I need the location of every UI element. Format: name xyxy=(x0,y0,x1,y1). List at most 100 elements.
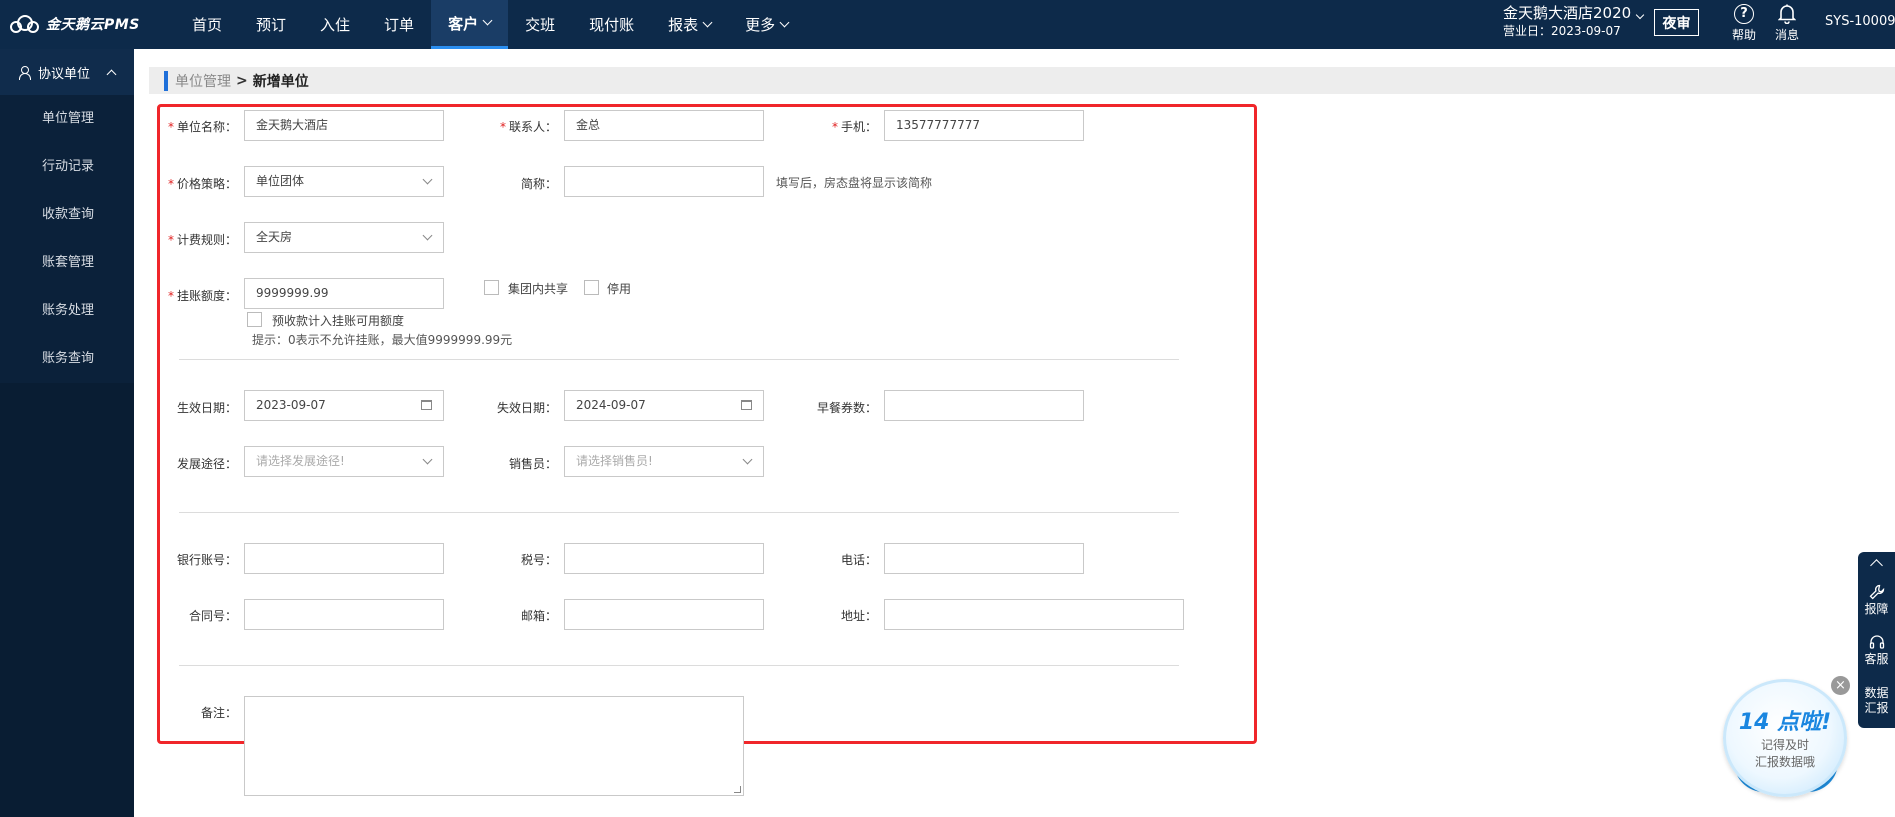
nav-customers[interactable]: 客户 xyxy=(431,0,509,49)
resize-handle-icon[interactable] xyxy=(734,786,741,793)
unit-name-label: * 单位名称： xyxy=(160,118,237,135)
close-icon[interactable]: × xyxy=(1831,676,1850,695)
billing-rule-select[interactable]: 全天房 xyxy=(244,222,444,253)
credit-limit-input[interactable]: 9999999.99 xyxy=(244,278,444,309)
top-navbar: 金天鹅云PMS 首页 预订 入住 订单 客户 交班 现付账 报表 更多 金天鹅大… xyxy=(0,0,1895,49)
chevron-down-icon xyxy=(422,174,433,185)
user-account[interactable]: SYS-10009 xyxy=(1825,14,1895,29)
effective-date-picker[interactable]: 2023-09-07 xyxy=(244,390,444,421)
unit-name-input[interactable]: 金天鹅大酒店 xyxy=(244,110,444,141)
bank-account-label: 银行账号： xyxy=(176,553,237,567)
nav-more[interactable]: 更多 xyxy=(728,0,805,49)
price-policy-select[interactable]: 单位团体 xyxy=(244,166,444,197)
sidebar-group-agreement-units[interactable]: 协议单位 xyxy=(0,49,134,95)
badge-title: 14 点啦! xyxy=(1738,710,1832,735)
section-divider xyxy=(179,665,1179,666)
breakfast-coupons-input[interactable] xyxy=(884,390,1084,421)
effective-date-value: 2023-09-07 xyxy=(256,398,326,412)
nav-shift[interactable]: 交班 xyxy=(508,0,572,49)
contact-input[interactable]: 金总 xyxy=(564,110,764,141)
night-audit-button[interactable]: 夜审 xyxy=(1654,9,1699,36)
remark-textarea[interactable] xyxy=(244,696,744,796)
short-name-hint: 填写后，房态盘将显示该简称 xyxy=(776,176,933,190)
prepay-in-limit-checkbox[interactable] xyxy=(247,312,262,327)
bank-account-input[interactable] xyxy=(244,543,444,574)
nav-shift-label: 交班 xyxy=(525,16,556,34)
contract-no-input[interactable] xyxy=(244,599,444,630)
headset-icon xyxy=(1869,635,1884,649)
required-mark: * xyxy=(499,120,506,134)
messages-button[interactable]: 消息 xyxy=(1769,2,1805,43)
expiry-date-label: 失效日期： xyxy=(496,401,557,415)
sidebar-item-action-records[interactable]: 行动记录 xyxy=(0,143,134,191)
section-divider xyxy=(179,512,1179,513)
email-input[interactable] xyxy=(564,599,764,630)
nav-orders[interactable]: 订单 xyxy=(367,0,431,49)
unit-name-label-text: 单位名称： xyxy=(176,120,237,134)
nav-checkin[interactable]: 入住 xyxy=(303,0,367,49)
cloud-logo-icon xyxy=(10,15,40,33)
required-mark: * xyxy=(167,177,174,191)
expiry-date-picker[interactable]: 2024-09-07 xyxy=(564,390,764,421)
data-report-button[interactable]: 数据汇报 xyxy=(1858,686,1895,716)
wrench-icon xyxy=(1869,584,1884,600)
breadcrumb-separator: > xyxy=(236,72,248,89)
help-button[interactable]: ? 帮助 xyxy=(1726,2,1762,43)
contact-label-text: 联系人： xyxy=(508,120,557,134)
nav-more-label: 更多 xyxy=(745,16,776,34)
price-policy-label-text: 价格策略： xyxy=(176,177,237,191)
credit-limit-hint: 提示：0表示不允许挂账，最大值9999999.99元 xyxy=(252,333,513,347)
nav-orders-label: 订单 xyxy=(384,16,415,34)
salesperson-select[interactable]: 请选择销售员! xyxy=(564,446,764,477)
required-mark: * xyxy=(167,120,174,134)
mobile-label: * 手机： xyxy=(800,118,877,135)
required-mark: * xyxy=(167,289,174,303)
sidebar-item-payment-query[interactable]: 收款查询 xyxy=(0,191,134,239)
sidebar-item-account-processing[interactable]: 账务处理 xyxy=(0,287,134,335)
credit-limit-label: * 挂账额度： xyxy=(160,287,237,304)
remark-label: 备注： xyxy=(200,706,237,720)
sidebar-item-account-query[interactable]: 账务查询 xyxy=(0,335,134,383)
chevron-down-icon xyxy=(422,230,433,241)
nav-reports[interactable]: 报表 xyxy=(651,0,728,49)
short-name-input[interactable] xyxy=(564,166,764,197)
phone-input[interactable] xyxy=(884,543,1084,574)
business-date: 营业日：2023-09-07 xyxy=(1503,24,1621,38)
disabled-checkbox[interactable] xyxy=(584,280,599,295)
sidebar-item-account-set[interactable]: 账套管理 xyxy=(0,239,134,287)
address-input[interactable] xyxy=(884,599,1184,630)
mobile-input[interactable]: 13577777777 xyxy=(884,110,1084,141)
chevron-down-icon xyxy=(742,454,753,465)
billing-rule-label: * 计费规则： xyxy=(160,231,237,248)
customer-service-label: 客服 xyxy=(1864,652,1889,666)
breadcrumb-parent-link[interactable]: 单位管理 xyxy=(175,71,231,91)
report-issue-button[interactable]: 报障 xyxy=(1858,584,1895,617)
app-logo-text: 金天鹅云PMS xyxy=(46,17,140,33)
scroll-top-icon[interactable] xyxy=(1870,559,1883,572)
address-label: 地址： xyxy=(840,609,877,623)
breakfast-coupons-label: 早餐券数： xyxy=(816,401,877,415)
app-logo[interactable]: 金天鹅云PMS xyxy=(10,12,140,36)
customer-service-button[interactable]: 客服 xyxy=(1858,634,1895,667)
tax-no-input[interactable] xyxy=(564,543,764,574)
hotel-name: 金天鹅大酒店2020 xyxy=(1503,4,1632,22)
nav-home[interactable]: 首页 xyxy=(175,0,239,49)
nav-reservation-label: 预订 xyxy=(256,16,287,34)
disabled-label: 停用 xyxy=(607,282,632,296)
group-share-label: 集团内共享 xyxy=(508,282,569,296)
required-mark: * xyxy=(167,233,174,247)
contact-label: * 联系人： xyxy=(480,118,557,135)
section-divider xyxy=(179,359,1179,360)
nav-customers-label: 客户 xyxy=(448,14,479,33)
reminder-badge[interactable]: 14 点啦! 记得及时 汇报数据哦 xyxy=(1720,676,1850,800)
tax-no-label: 税号： xyxy=(520,553,557,567)
salesperson-label: 销售员： xyxy=(508,457,557,471)
nav-cash-account[interactable]: 现付账 xyxy=(572,0,651,49)
dev-channel-select[interactable]: 请选择发展途径! xyxy=(244,446,444,477)
email-label: 邮箱： xyxy=(520,609,557,623)
group-share-checkbox[interactable] xyxy=(484,280,499,295)
nav-reservation[interactable]: 预订 xyxy=(239,0,303,49)
hotel-switcher[interactable]: 金天鹅大酒店2020 营业日：2023-09-07 xyxy=(1503,4,1645,40)
breadcrumb: 单位管理 > 新增单位 xyxy=(149,67,1895,94)
sidebar-item-unit-management[interactable]: 单位管理 xyxy=(0,95,134,143)
